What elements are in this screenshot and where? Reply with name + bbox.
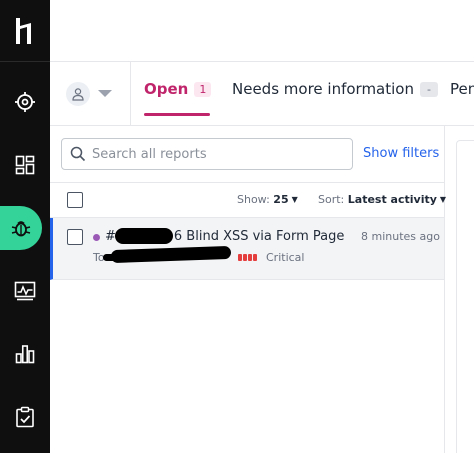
report-detail-panel bbox=[456, 140, 474, 453]
redaction-mark bbox=[115, 228, 173, 244]
app-window: Open 1 Needs more information - Pen Show… bbox=[0, 0, 474, 453]
dashboard-icon bbox=[15, 155, 35, 175]
assignee-filter[interactable] bbox=[66, 82, 112, 106]
active-tab-underline bbox=[144, 113, 210, 116]
sort-value: Latest activity bbox=[347, 193, 437, 206]
sidebar-item-reports[interactable] bbox=[0, 206, 50, 250]
severity-bars bbox=[238, 254, 257, 261]
sidebar-item-activity[interactable] bbox=[0, 269, 50, 313]
caret-down-icon: ▼ bbox=[439, 195, 447, 204]
show-value: 25 bbox=[273, 193, 289, 206]
sort-label: Sort: bbox=[318, 193, 345, 206]
activity-icon bbox=[14, 281, 36, 301]
show-filters-button[interactable]: Show filters bbox=[363, 146, 439, 161]
sidebar-item-tasks[interactable] bbox=[0, 395, 50, 439]
divider bbox=[130, 62, 131, 126]
sidebar-item-targets[interactable] bbox=[0, 80, 50, 124]
bug-icon bbox=[11, 221, 31, 237]
tab-open-label: Open bbox=[144, 80, 189, 98]
caret-down-icon: ▼ bbox=[291, 195, 298, 204]
search-input[interactable] bbox=[92, 146, 342, 162]
clipboard-check-icon bbox=[16, 406, 34, 428]
sidebar-item-analytics[interactable] bbox=[0, 332, 50, 376]
severity-label: Critical bbox=[266, 251, 305, 264]
list-controls: Show: 25 ▼ Sort: Latest activity ▼ bbox=[50, 182, 446, 218]
hackerone-logo[interactable] bbox=[0, 0, 50, 62]
top-bar bbox=[50, 0, 474, 62]
tab-needs-info-label: Needs more information bbox=[232, 80, 414, 98]
tab-pending-label: Pen bbox=[450, 80, 474, 98]
report-timestamp: 8 minutes ago bbox=[361, 230, 440, 243]
search-icon bbox=[70, 146, 86, 162]
target-icon bbox=[15, 92, 35, 112]
redaction-mark bbox=[103, 254, 123, 261]
tab-open-count: 1 bbox=[194, 81, 212, 97]
chevron-down-icon bbox=[98, 90, 112, 97]
user-icon bbox=[72, 88, 84, 101]
table-row[interactable]: #6 Blind XSS via Form Page 8 minutes ago… bbox=[50, 218, 444, 280]
tab-pending[interactable]: Pen bbox=[450, 80, 474, 98]
report-tabs-bar: Open 1 Needs more information - Pen bbox=[50, 62, 474, 126]
tab-open[interactable]: Open 1 bbox=[144, 80, 212, 98]
search-box[interactable] bbox=[61, 138, 353, 170]
h1-logo-icon bbox=[16, 17, 31, 44]
sort-select[interactable]: Sort: Latest activity ▼ bbox=[318, 193, 446, 206]
bar-chart-icon bbox=[15, 345, 35, 364]
report-list-panel: Show filters Show: 25▼ Sort: Latest acti… bbox=[50, 126, 446, 453]
redaction-mark bbox=[110, 245, 232, 264]
show-label: Show: bbox=[237, 193, 270, 206]
tab-needs-info-count: - bbox=[419, 81, 438, 97]
report-title-text: 6 Blind XSS via Form Page bbox=[173, 229, 345, 244]
sidebar bbox=[0, 0, 50, 453]
avatar bbox=[66, 82, 90, 106]
report-checkbox[interactable] bbox=[67, 229, 83, 245]
sidebar-item-dashboard[interactable] bbox=[0, 143, 50, 187]
tab-needs-more-information[interactable]: Needs more information - bbox=[232, 80, 438, 98]
report-state-dot bbox=[93, 234, 100, 241]
select-all-checkbox[interactable] bbox=[67, 192, 83, 208]
page-size-select[interactable]: Show: 25 ▼ bbox=[237, 193, 298, 206]
